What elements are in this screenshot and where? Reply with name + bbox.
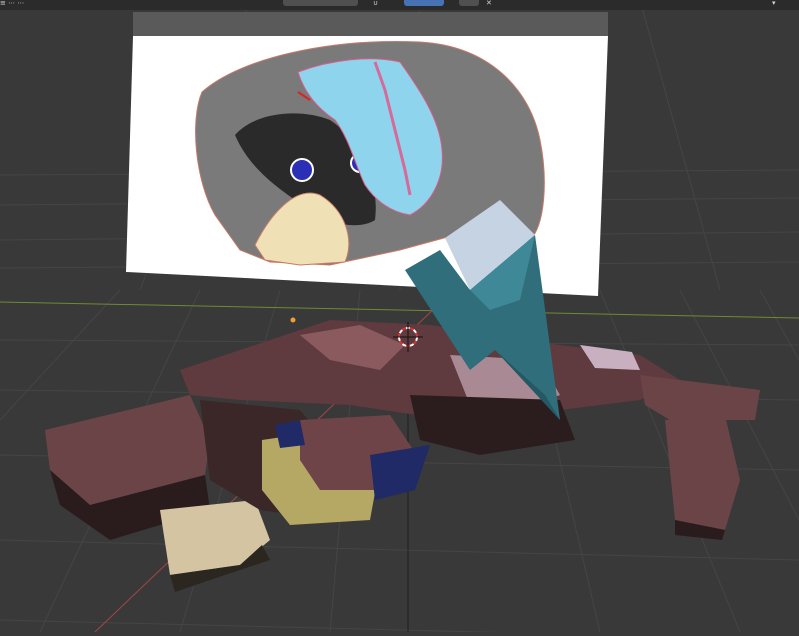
3d-viewport[interactable]	[0, 0, 799, 636]
overlay-icon[interactable]: ✕	[486, 0, 492, 7]
mesh-hind-leg-right	[665, 415, 740, 530]
proportional-icon[interactable]	[404, 0, 444, 6]
snap-icon[interactable]: ∪	[373, 0, 378, 7]
image-plane-border	[133, 12, 608, 36]
pivot-icon[interactable]	[283, 0, 358, 6]
close-icon[interactable]: ▾	[772, 0, 776, 7]
viewport-header: ≡ ⋯ ⋯ ∪ ✕ ▾	[0, 0, 799, 10]
origin-point[interactable]	[290, 317, 296, 323]
viewport-shading-icon[interactable]	[459, 0, 479, 6]
mesh-eye-left	[275, 420, 305, 448]
menu-icon[interactable]: ≡ ⋯ ⋯	[0, 0, 70, 7]
drawing-eye-left	[290, 158, 314, 182]
viewport-canvas[interactable]	[0, 0, 799, 636]
